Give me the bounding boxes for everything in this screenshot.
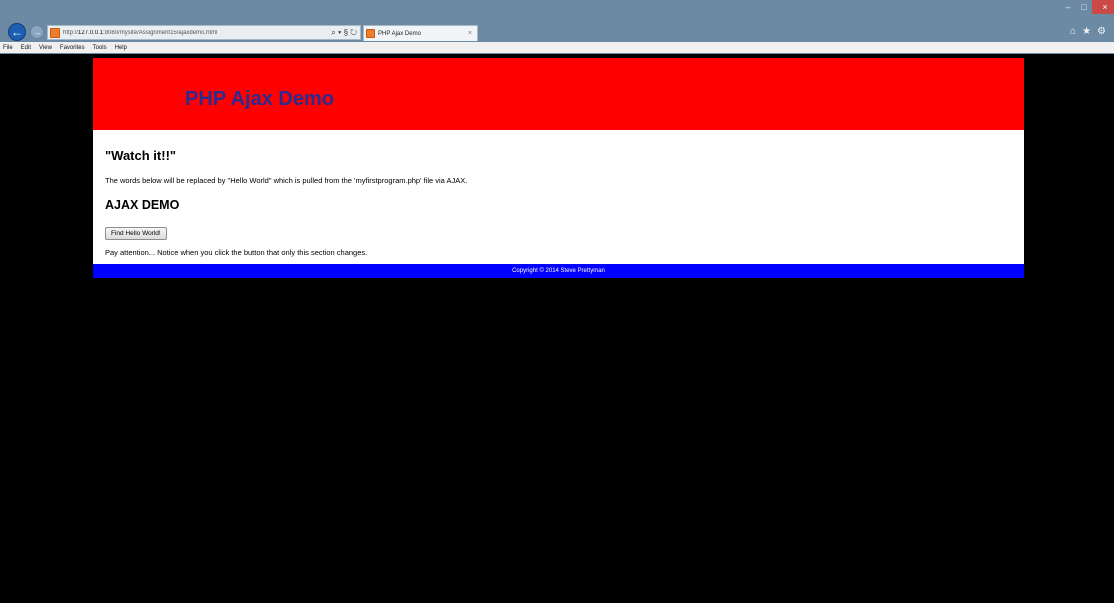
tab-close-icon[interactable]: × <box>468 30 477 37</box>
description-text: The words below will be replaced by "Hel… <box>105 176 468 185</box>
tab-favicon-icon <box>366 29 375 38</box>
toolbar-icons: ⌂ ★ ⚙ <box>1070 26 1106 37</box>
home-icon[interactable]: ⌂ <box>1070 26 1076 37</box>
close-icon[interactable]: × <box>1092 0 1114 14</box>
menu-item-file[interactable]: File <box>3 45 13 51</box>
page-title: PHP Ajax Demo <box>185 88 334 110</box>
minimize-icon[interactable]: – <box>1060 0 1076 14</box>
menu-item-edit[interactable]: Edit <box>21 45 31 51</box>
menu-item-view[interactable]: View <box>39 45 52 51</box>
favorites-icon[interactable]: ★ <box>1082 26 1091 37</box>
page-header: PHP Ajax Demo <box>93 58 1024 130</box>
address-bar[interactable]: http://127.0.0.1:8080/mysite/Assignment1… <box>47 25 361 40</box>
menu-bar: File Edit View Favorites Tools Help <box>0 42 1114 53</box>
main-content: "Watch it!!" The words below will be rep… <box>93 130 1024 264</box>
url-host: 127.0.0.1 <box>78 29 104 36</box>
url-path: :8080/mysite/Assignment15/ajaxdemo.html <box>103 29 218 36</box>
tab-label: PHP Ajax Demo <box>378 30 421 37</box>
address-tools-icons[interactable]: ⌕ ▾ § ↻ <box>331 28 360 38</box>
arrow-right-icon: → <box>32 26 42 37</box>
find-hello-world-button[interactable]: Find Hello World! <box>105 227 167 240</box>
browser-chrome: ← → http://127.0.0.1:8080/mysite/Assignm… <box>0 0 1114 54</box>
back-button[interactable]: ← <box>8 23 26 41</box>
settings-icon[interactable]: ⚙ <box>1097 26 1106 37</box>
arrow-left-icon: ← <box>11 25 23 39</box>
url-text[interactable]: http://127.0.0.1:8080/mysite/Assignment1… <box>63 30 331 36</box>
site-favicon-icon <box>50 27 60 38</box>
maximize-icon[interactable]: □ <box>1076 0 1092 14</box>
window-controls: – □ × <box>1060 0 1114 14</box>
menu-item-help[interactable]: Help <box>115 45 127 51</box>
title-bar: ← → http://127.0.0.1:8080/mysite/Assignm… <box>0 0 1114 42</box>
menu-item-tools[interactable]: Tools <box>93 45 107 51</box>
page-container: PHP Ajax Demo "Watch it!!" The words bel… <box>93 58 1024 278</box>
tab-php-ajax-demo[interactable]: PHP Ajax Demo × <box>363 25 478 41</box>
forward-button[interactable]: → <box>30 25 44 39</box>
notice-text: Pay attention... Notice when you click t… <box>105 248 368 257</box>
page-footer: Copyright © 2014 Steve Prettyman <box>93 264 1024 278</box>
menu-item-favorites[interactable]: Favorites <box>60 45 85 51</box>
url-prefix: http:// <box>63 29 79 36</box>
ajax-demo-heading: AJAX DEMO <box>105 198 180 212</box>
watch-heading: "Watch it!!" <box>105 148 177 163</box>
